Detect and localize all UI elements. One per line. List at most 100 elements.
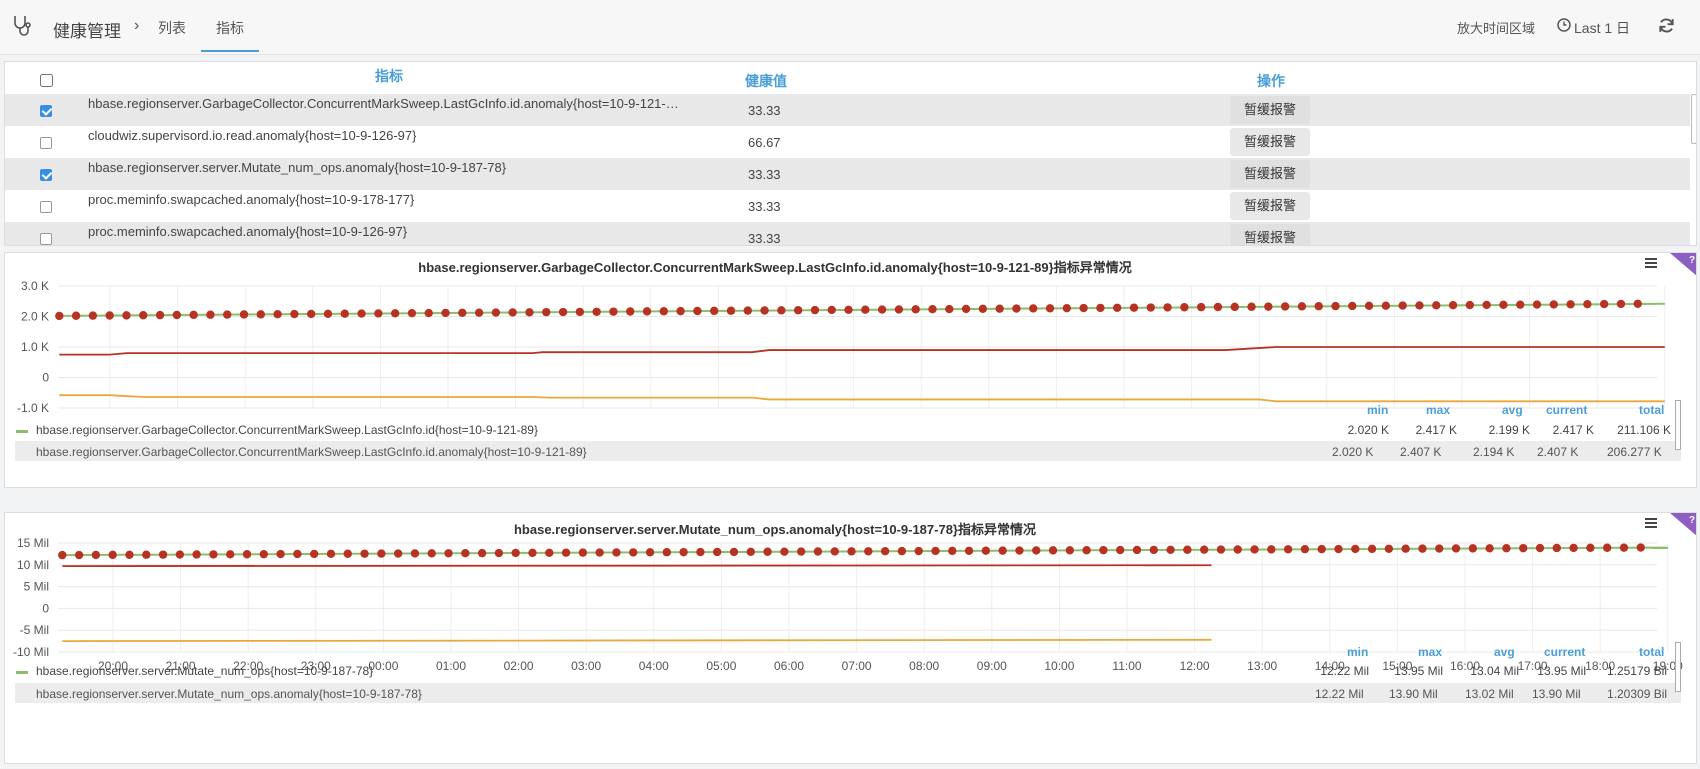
legend-series-name[interactable]: hbase.regionserver.GarbageCollector.Conc… — [36, 423, 538, 437]
row-checkbox[interactable] — [40, 105, 52, 117]
snooze-alert-button[interactable]: 暂缓报警 — [1230, 192, 1310, 220]
anomaly-point — [172, 310, 182, 320]
anomaly-point — [1183, 545, 1192, 554]
anomaly-point — [830, 547, 839, 556]
chart-panel-mutate: hbase.regionserver.server.Mutate_num_ops… — [4, 512, 1697, 764]
stat-total: 1.25179 Bil — [1606, 664, 1667, 678]
row-checkbox[interactable] — [40, 233, 52, 245]
select-all-checkbox[interactable] — [40, 74, 53, 87]
snooze-alert-button[interactable]: 暂缓报警 — [1230, 160, 1310, 188]
stats-header-total[interactable]: total — [1639, 645, 1664, 659]
anomaly-point — [777, 306, 786, 315]
anomaly-point — [545, 548, 554, 557]
anomaly-point — [1250, 545, 1259, 554]
anomaly-point — [105, 311, 114, 320]
anomaly-point — [1247, 302, 1256, 311]
anomaly-point — [796, 547, 806, 556]
anomaly-point — [595, 548, 604, 557]
time-range-picker[interactable]: Last 1 日 — [1574, 18, 1630, 38]
anomaly-point — [1129, 303, 1139, 312]
anomaly-point — [1015, 546, 1024, 555]
anomaly-point — [444, 549, 453, 558]
anomaly-point — [226, 550, 235, 559]
anomaly-point — [424, 308, 433, 318]
stat-max: 13.95 Mil — [1394, 664, 1443, 678]
stats-header-total[interactable]: total — [1639, 403, 1664, 417]
refresh-icon[interactable] — [1658, 17, 1675, 34]
anomaly-point — [1418, 544, 1427, 553]
table-row[interactable]: proc.meminfo.swapcached.anomaly{host=10-… — [5, 222, 1690, 245]
legend-row[interactable]: hbase.regionserver.GarbageCollector.Conc… — [15, 441, 1681, 461]
table-row[interactable]: proc.meminfo.swapcached.anomaly{host=10-… — [5, 190, 1690, 222]
table-row[interactable]: cloudwiz.supervisord.io.read.anomaly{hos… — [5, 126, 1690, 158]
page-title: 健康管理 — [53, 22, 121, 41]
anomaly-point — [1583, 299, 1592, 309]
x-tick-label: 04:00 — [639, 659, 669, 673]
zoom-time-range-button[interactable]: 放大时间区域 — [1457, 18, 1535, 37]
anomaly-point — [74, 550, 84, 560]
stethoscope-icon[interactable] — [10, 14, 34, 38]
row-checkbox[interactable] — [40, 137, 52, 149]
anomaly-point — [1532, 300, 1542, 309]
chart-panel-gc: hbase.regionserver.GarbageCollector.Conc… — [4, 252, 1697, 488]
breadcrumb-separator-icon: › — [134, 17, 140, 34]
anomaly-point — [477, 548, 487, 558]
y-tick-label: -10 Mil — [13, 645, 49, 659]
stats-header-min[interactable]: min — [1347, 645, 1368, 659]
row-checkbox[interactable] — [40, 169, 52, 181]
anomaly-point — [1113, 303, 1122, 312]
table-scrollbar[interactable] — [1691, 94, 1696, 144]
column-header-metric[interactable]: 指标 — [375, 66, 403, 86]
stat-avg: 13.02 Mil — [1465, 687, 1514, 701]
stats-header-current[interactable]: current — [1544, 645, 1585, 659]
anomaly-point — [309, 549, 319, 559]
stats-header-max[interactable]: max — [1426, 403, 1450, 417]
x-tick-label: 09:00 — [977, 659, 1007, 673]
anomaly-point — [1381, 301, 1391, 310]
anomaly-point — [1465, 300, 1475, 310]
anomaly-point — [306, 309, 316, 319]
stat-current: 2.417 K — [1552, 423, 1594, 437]
series-line-lower — [59, 394, 1665, 403]
anomaly-point — [273, 310, 282, 319]
anomaly-point — [1599, 299, 1609, 309]
legend-swatch — [16, 430, 28, 433]
row-checkbox[interactable] — [40, 201, 52, 213]
stats-header-min[interactable]: min — [1367, 403, 1388, 417]
snooze-alert-button[interactable]: 暂缓报警 — [1230, 224, 1310, 245]
snooze-alert-button[interactable]: 暂缓报警 — [1230, 128, 1310, 156]
anomaly-point — [55, 311, 64, 321]
legend-scrollbar[interactable] — [1675, 642, 1681, 692]
y-tick-label: -5 Mil — [20, 623, 49, 637]
anomaly-point — [1029, 304, 1038, 313]
tab-list[interactable]: 列表 — [158, 18, 186, 38]
stats-header-current[interactable]: current — [1546, 403, 1587, 417]
stats-header-avg[interactable]: avg — [1502, 403, 1523, 417]
anomaly-point — [511, 548, 520, 558]
anomaly-point — [125, 550, 134, 559]
chart-plot-area[interactable]: 20:0021:0022:0023:0000:0001:0002:0003:00… — [5, 253, 1697, 413]
anomaly-point — [441, 308, 450, 318]
legend-row[interactable]: hbase.regionserver.server.Mutate_num_ops… — [15, 683, 1681, 703]
legend-series-name[interactable]: hbase.regionserver.server.Mutate_num_ops… — [36, 664, 373, 678]
table-row[interactable]: hbase.regionserver.GarbageCollector.Conc… — [5, 94, 1690, 126]
anomaly-point — [1032, 546, 1041, 555]
chart-plot-area[interactable]: 20:0021:0022:0023:0000:0001:0002:0003:00… — [5, 513, 1697, 683]
anomaly-point — [528, 548, 537, 558]
y-tick-label: 2.0 K — [21, 310, 49, 324]
column-header-health[interactable]: 健康值 — [745, 71, 787, 91]
legend-scrollbar[interactable] — [1675, 400, 1681, 450]
tab-metrics[interactable]: 指标 — [216, 18, 244, 38]
anomaly-point — [659, 307, 669, 316]
anomaly-point — [827, 305, 836, 315]
snooze-alert-button[interactable]: 暂缓报警 — [1230, 96, 1310, 124]
anomaly-point — [1348, 301, 1357, 311]
stats-header-max[interactable]: max — [1418, 645, 1442, 659]
anomaly-point — [88, 311, 98, 320]
stats-header-avg[interactable]: avg — [1494, 645, 1515, 659]
anomaly-point — [709, 306, 719, 316]
table-row[interactable]: hbase.regionserver.server.Mutate_num_ops… — [5, 158, 1690, 190]
anomaly-point — [293, 549, 302, 559]
metric-table: 指标 健康值 操作 hbase.regionserver.GarbageColl… — [4, 61, 1697, 246]
stat-min: 12.22 Mil — [1320, 664, 1369, 678]
